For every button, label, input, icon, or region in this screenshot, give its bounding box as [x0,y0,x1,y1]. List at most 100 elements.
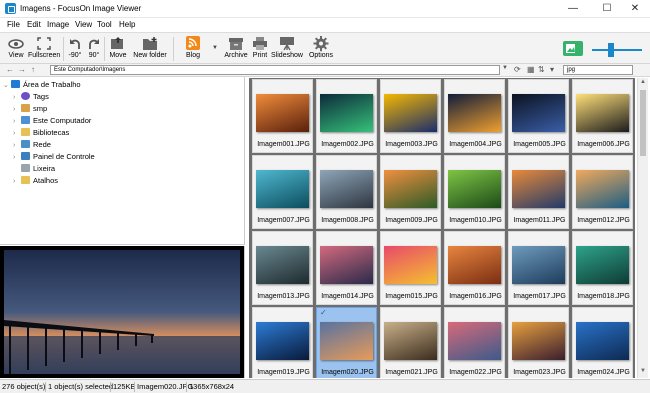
options-button[interactable]: Options [307,35,335,63]
network-icon [21,140,30,148]
thumbnail-item[interactable]: Imagem013.JPG [252,231,313,305]
new-folder-icon [143,37,157,50]
slideshow-button[interactable]: Slideshow [271,35,303,63]
thumbnail-item[interactable]: Imagem018.JPG [572,231,633,305]
blog-button[interactable]: Blog [180,35,206,63]
move-icon [111,37,123,49]
tree-item-control-panel[interactable]: › Painel de Controle [13,151,95,163]
thumbnail-item[interactable]: Imagem015.JPG [380,231,441,305]
thumbnail-item[interactable]: Imagem014.JPG [316,231,377,305]
rotate-right-button[interactable]: 90° [86,35,102,63]
user-folder-icon [21,104,30,112]
up-icon[interactable]: ↑ [31,65,35,74]
menu-file[interactable]: File [7,20,20,29]
menu-edit[interactable]: Edit [27,20,41,29]
menu-tool[interactable]: Tool [97,20,112,29]
thumbnail-item[interactable]: Imagem011.JPG [508,155,569,229]
thumbnail-label: Imagem010.JPG [449,217,502,224]
thumbnail-image [576,170,629,208]
menu-view[interactable]: View [75,20,92,29]
recycle-bin-icon [21,164,30,172]
thumbnail-item[interactable]: Imagem007.JPG [252,155,313,229]
tree-item-desktop[interactable]: ⌄ Área de Trabalho [3,79,81,91]
fullscreen-button[interactable]: Fullscreen [28,35,60,63]
rotate-right-label: 90° [88,52,100,59]
thumbnail-item[interactable]: Imagem008.JPG [316,155,377,229]
thumbnail-item[interactable]: Imagem017.JPG [508,231,569,305]
tree-item-tags[interactable]: › Tags [13,91,49,103]
minimize-button[interactable]: — [558,0,588,18]
thumbnail-image [320,170,373,208]
menu-bar: File Edit Image View Tool Help [0,18,650,32]
thumbnail-item[interactable]: Imagem021.JPG [380,307,441,378]
library-icon [21,128,30,136]
vertical-scrollbar[interactable]: ▲ ▼ [637,78,648,378]
tree-item-network[interactable]: › Rede [13,139,51,151]
move-button[interactable]: Move [107,35,129,63]
thumbnail-label: Imagem005.JPG [513,141,566,148]
tree-item-smp[interactable]: › smp [13,103,47,115]
thumbnail-item[interactable]: Imagem002.JPG [316,79,377,153]
menu-image[interactable]: Image [47,20,69,29]
archive-button[interactable]: Archive [223,35,249,63]
fullscreen-icon [37,37,51,50]
zoom-slider-track[interactable] [592,49,642,51]
tree-item-this-pc[interactable]: › Este Computador [13,115,91,127]
menu-help[interactable]: Help [119,20,135,29]
new-folder-button[interactable]: New folder [131,35,169,63]
thumbnail-item[interactable]: Imagem012.JPG [572,155,633,229]
collapse-icon[interactable]: ⌄ [3,80,11,92]
thumbnail-item[interactable]: Imagem004.JPG [444,79,505,153]
address-dropdown-icon[interactable]: ▼ [502,65,508,71]
thumbnail-image [256,170,309,208]
thumbnail-item[interactable]: Imagem003.JPG [380,79,441,153]
zoom-slider-handle[interactable] [608,43,614,57]
thumbnail-image [448,94,501,132]
tree-item-label: Atalhos [33,176,59,185]
expand-icon[interactable]: › [13,176,21,188]
tree-item-label: smp [33,104,48,113]
thumbnail-item[interactable]: Imagem010.JPG [444,155,505,229]
thumbnail-image [512,94,565,132]
filter-icon[interactable]: ▾ [550,65,554,74]
back-icon[interactable]: ← [6,65,14,74]
thumbnail-item[interactable]: Imagem006.JPG [572,79,633,153]
forward-icon[interactable]: → [18,65,26,74]
maximize-button[interactable]: ☐ [592,0,622,18]
thumbnail-item[interactable]: Imagem001.JPG [252,79,313,153]
options-label: Options [308,52,334,59]
archive-label: Archive [224,52,248,59]
scrollbar-thumb[interactable] [640,90,646,156]
tree-item-libraries[interactable]: › Bibliotecas [13,127,69,139]
tree-item-recycle-bin[interactable]: Lixeira [13,163,55,175]
tree-item-shortcuts[interactable]: › Atalhos [13,175,58,187]
sort-icon[interactable]: ⇅ [538,65,545,74]
computer-icon [21,116,30,124]
thumbnail-item[interactable]: Imagem023.JPG [508,307,569,378]
thumbnail-item[interactable]: Imagem005.JPG [508,79,569,153]
thumbnail-label: Imagem022.JPG [449,369,502,376]
thumbnail-label: Imagem001.JPG [257,141,310,148]
thumbnail-label: Imagem007.JPG [257,217,310,224]
scroll-down-icon[interactable]: ▼ [638,368,648,374]
thumbnail-item[interactable]: Imagem020.JPG ✓ [316,307,377,378]
thumbnail-image [320,322,373,360]
thumbnail-item[interactable]: Imagem016.JPG [444,231,505,305]
checkmark-icon[interactable]: ✓ [320,308,327,317]
thumbnail-item[interactable]: Imagem009.JPG [380,155,441,229]
address-input[interactable]: Este Computador\Imagens [50,65,500,75]
scroll-up-icon[interactable]: ▲ [638,79,648,85]
print-button[interactable]: Print [251,35,269,63]
blog-dropdown-icon[interactable]: ▼ [212,45,218,51]
view-mode-icon[interactable]: ▦ [527,65,535,74]
thumbnail-item[interactable]: Imagem024.JPG [572,307,633,378]
thumbnail-image [256,94,309,132]
thumbnail-item[interactable]: Imagem019.JPG [252,307,313,378]
rotate-left-button[interactable]: -90° [66,35,84,63]
print-label: Print [252,52,268,59]
view-button[interactable]: View [5,35,27,63]
close-button[interactable]: ✕ [620,0,650,18]
search-input[interactable]: jpg [563,65,633,75]
thumbnail-item[interactable]: Imagem022.JPG [444,307,505,378]
refresh-icon[interactable]: ⟳ [514,65,521,74]
